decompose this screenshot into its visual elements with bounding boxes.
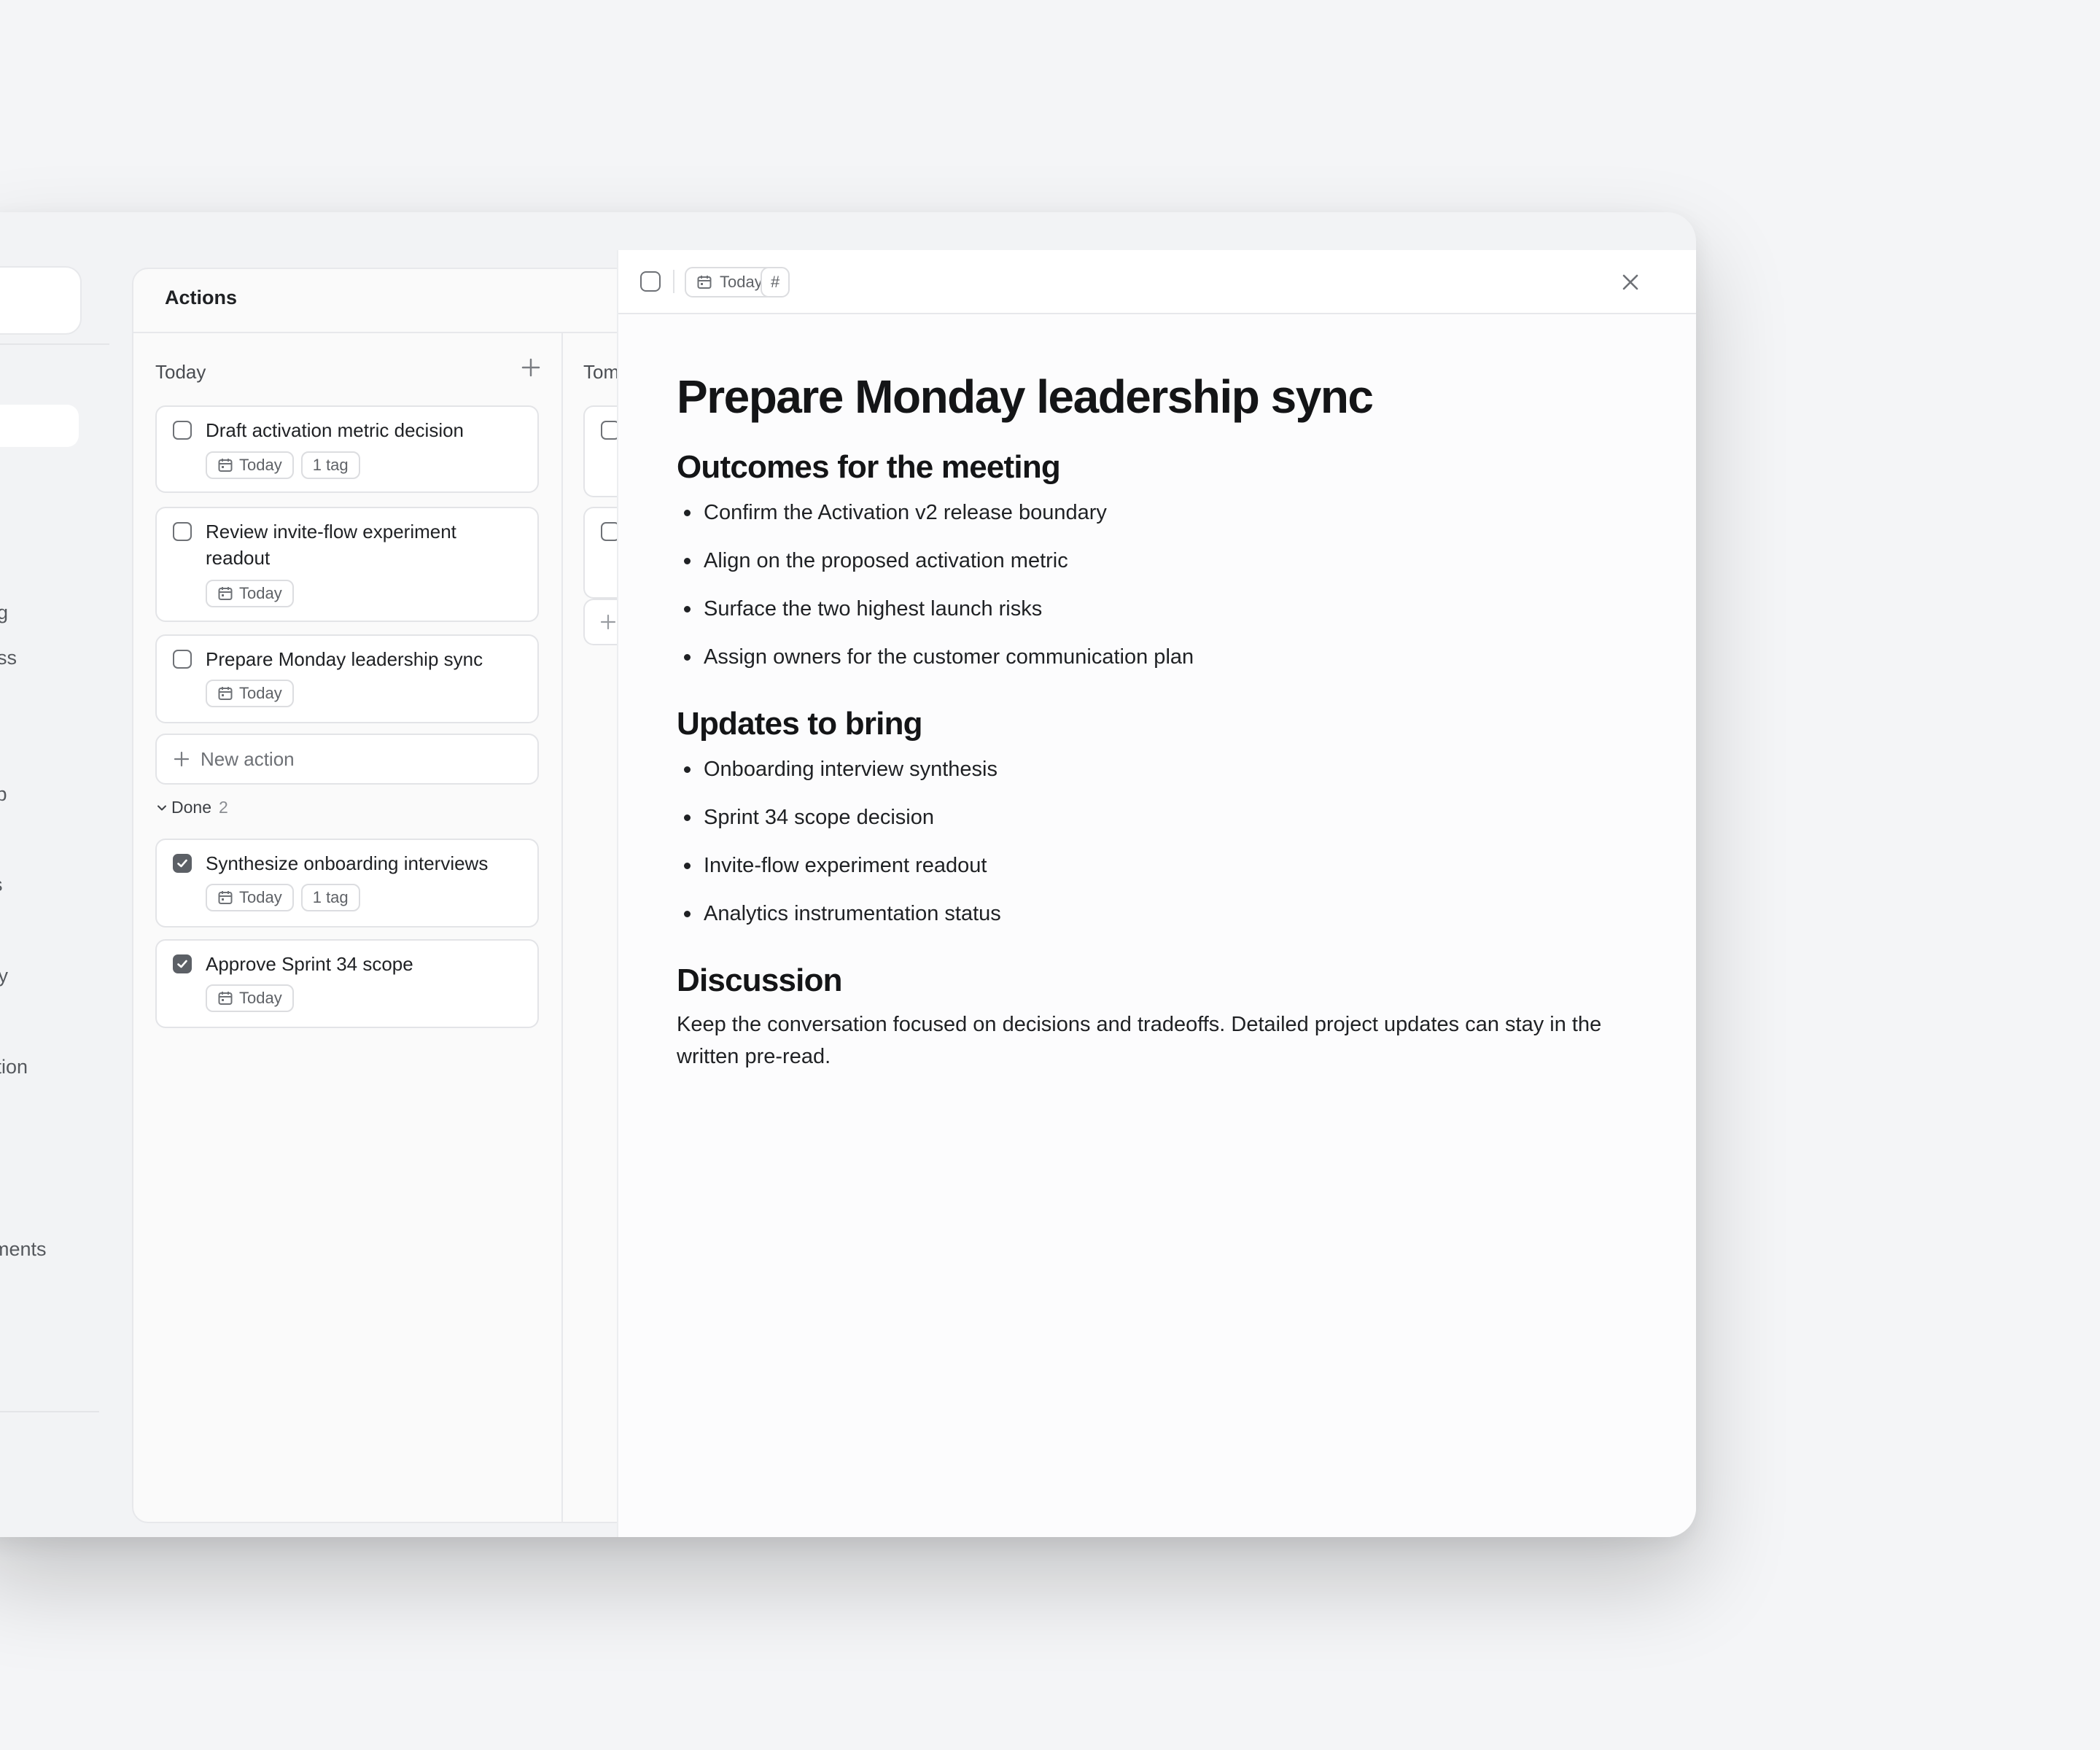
checkbox[interactable] [173, 522, 192, 541]
list-item: Align on the proposed activation metric [677, 548, 1654, 596]
action-card[interactable]: Review invite-flow experiment readout To… [155, 507, 539, 622]
actions-title: Actions [165, 287, 238, 308]
list-item: Sprint 34 scope decision [677, 804, 1654, 852]
action-card-done[interactable]: Synthesize onboarding interviews Today 1… [155, 839, 539, 928]
action-card[interactable]: Draft activation metric decision Today 1… [155, 405, 539, 493]
document: Prepare Monday leadership sync Outcomes … [677, 367, 1654, 1073]
checkbox[interactable] [173, 421, 192, 440]
checkbox-checked[interactable] [173, 954, 192, 973]
checkbox-checked[interactable] [173, 854, 192, 873]
action-title: Synthesize onboarding interviews [206, 852, 489, 874]
discussion-paragraph: Keep the conversation focused on decisio… [677, 1013, 1602, 1068]
date-chip[interactable]: Today [206, 580, 294, 607]
sidebar-item[interactable]: ization [0, 1054, 28, 1079]
date-chip[interactable]: Today [206, 984, 294, 1012]
sidebar-search[interactable] [0, 266, 82, 335]
action-title: Prepare Monday leadership sync [206, 648, 483, 670]
list-item: Invite-flow experiment readout [677, 852, 1654, 901]
chevron-down-icon [158, 805, 166, 810]
action-title: Draft activation metric decision [206, 419, 464, 441]
app-window: ging iness ce ship ent ons very y izatio… [0, 212, 1696, 1537]
sidebar: ging iness ce ship ent ons very y izatio… [0, 212, 109, 1537]
section-heading: Outcomes for the meeting [677, 449, 1061, 485]
new-action-label: New action [201, 747, 295, 770]
page-title[interactable]: Prepare Monday leadership sync [677, 367, 1654, 427]
list-item: Confirm the Activation v2 release bounda… [677, 499, 1654, 548]
plus-icon [174, 751, 190, 767]
date-chip[interactable]: Today [206, 884, 294, 911]
sidebar-item[interactable]: ons [0, 872, 3, 897]
date-label: Today [239, 456, 282, 474]
action-title: Approve Sprint 34 scope [206, 953, 413, 975]
sidebar-item[interactable]: very [0, 963, 8, 988]
date-chip[interactable]: Today [206, 680, 294, 707]
section-heading: Updates to bring [677, 706, 923, 742]
sidebar-divider [0, 1411, 99, 1412]
list-item: Surface the two highest launch risks [677, 596, 1654, 644]
list-item: Analytics instrumentation status [677, 901, 1654, 949]
tag-chip[interactable]: 1 tag [300, 451, 360, 479]
done-section-toggle[interactable]: Done 2 [155, 798, 228, 817]
sidebar-item[interactable]: ship [0, 782, 7, 806]
tag-count: 1 tag [312, 888, 349, 906]
date-label: Today [239, 684, 282, 702]
check-icon [177, 960, 187, 968]
calendar-icon [218, 587, 233, 600]
section-heading: Discussion [677, 962, 843, 998]
hash-icon: # [771, 273, 780, 291]
calendar-icon [218, 459, 233, 472]
sidebar-item[interactable]: eriments [0, 1237, 47, 1261]
tag-count: 1 tag [312, 456, 349, 474]
date-label: Today [239, 584, 282, 602]
calendar-icon [218, 891, 233, 904]
calendar-icon [218, 992, 233, 1005]
action-card[interactable]: Prepare Monday leadership sync Today [155, 634, 539, 723]
list-item: Assign owners for the customer communica… [677, 644, 1654, 692]
action-title: Review invite-flow experiment readout [206, 521, 456, 569]
sidebar-item[interactable]: ging [0, 600, 8, 625]
plus-icon[interactable] [518, 354, 544, 381]
column-title-today: Today [155, 361, 206, 383]
calendar-icon [218, 687, 233, 700]
date-label: Today [239, 888, 282, 906]
complete-checkbox[interactable] [640, 271, 661, 292]
new-action-button[interactable]: New action [155, 734, 539, 785]
sidebar-item[interactable]: iness [0, 645, 17, 670]
column-divider [561, 333, 563, 1522]
calendar-icon [697, 276, 712, 289]
action-card-done[interactable]: Approve Sprint 34 scope Today [155, 939, 539, 1028]
checkbox[interactable] [173, 650, 192, 669]
list-item: Onboarding interview synthesis [677, 756, 1654, 804]
sidebar-divider [0, 343, 109, 345]
tag-button[interactable]: # [761, 267, 790, 298]
detail-pane: Today # Prepare Monday leadership sync O… [617, 250, 1696, 1537]
close-icon[interactable] [1616, 268, 1645, 297]
bullet-list: Confirm the Activation v2 release bounda… [677, 499, 1654, 692]
toolbar-divider [673, 270, 674, 293]
check-icon [177, 859, 187, 868]
done-count: 2 [218, 798, 228, 817]
plus-icon [600, 614, 616, 630]
bullet-list: Onboarding interview synthesis Sprint 34… [677, 756, 1654, 949]
done-label: Done [171, 798, 211, 817]
tag-chip[interactable]: 1 tag [300, 884, 360, 911]
date-label: Today [239, 989, 282, 1007]
column-title-tomorrow: Tom [583, 361, 620, 383]
date-label: Today [720, 273, 763, 291]
detail-toolbar: Today # [618, 250, 1696, 314]
sidebar-item-active[interactable] [0, 405, 79, 447]
date-chip[interactable]: Today [206, 451, 294, 479]
